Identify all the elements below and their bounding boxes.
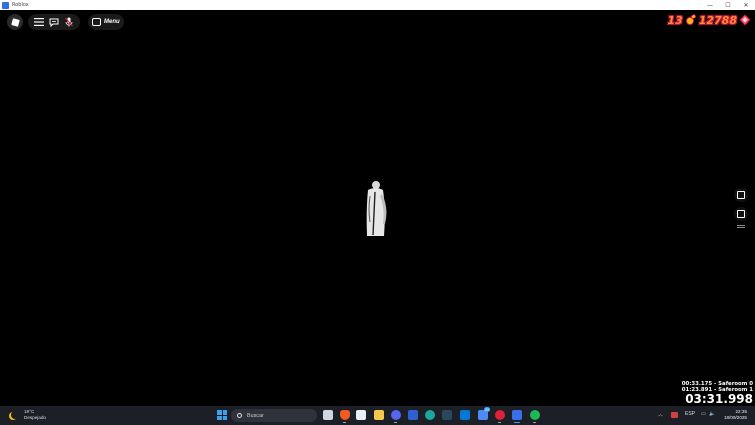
screenshot-button[interactable] [734,188,748,202]
discord-icon[interactable] [391,410,401,420]
menu-label: Menu [104,19,120,25]
menu-button[interactable]: Menu [88,14,124,30]
window-titlebar[interactable]: Roblox — ☐ ✕ [0,0,755,10]
window-title: Roblox [12,2,29,8]
running-indicator [394,422,397,423]
language-indicator[interactable]: ESP [685,411,695,417]
knob-count: 13 [667,13,683,27]
network-icon[interactable]: ▭ [701,411,706,417]
active-indicator [514,422,520,423]
spotify-icon[interactable] [530,410,540,420]
microphone-muted-icon[interactable] [63,16,75,28]
counters: 13 12788 [667,12,751,28]
chat-icon[interactable] [48,16,60,28]
roblox-logo-button[interactable] [7,14,23,30]
vscode-icon[interactable] [460,410,470,420]
taskbar-clock[interactable]: 22:35 18/09/2025 [724,409,747,421]
windows-start-icon[interactable] [217,410,227,420]
file-explorer-icon[interactable] [374,410,384,420]
edge-browser-icon[interactable] [425,410,435,420]
weather-desc: Despejado [24,415,46,420]
moon-icon [11,411,19,419]
menu-icon [92,18,101,26]
task-view-icon[interactable] [323,410,333,420]
volume-icon[interactable]: 🔈 [709,411,715,417]
running-indicator [533,422,536,423]
steam-icon[interactable] [442,410,452,420]
record-icon [737,210,745,218]
close-button[interactable]: ✕ [737,0,755,10]
gem-icon [739,14,751,26]
minimize-button[interactable]: — [701,0,719,10]
u-app-icon[interactable] [408,410,418,420]
roblox-app-icon [2,1,9,9]
chevron-up-icon[interactable]: ︿ [658,411,663,418]
capture-icon [737,191,745,199]
roblox-taskbar-icon[interactable] [512,410,522,420]
opera-gx-icon[interactable] [495,410,505,420]
roblox-topbar-group [28,14,80,30]
tray-app-icon[interactable] [671,412,678,418]
running-indicator [343,422,346,423]
snipping-tool-icon[interactable] [356,410,366,420]
weather-widget[interactable]: 19°C Despejado [8,409,46,421]
taskbar-search[interactable]: Buscar [231,409,317,422]
search-icon [237,413,242,418]
brave-browser-icon[interactable] [340,410,350,420]
search-placeholder: Buscar [247,412,264,419]
coin-count: 12788 [698,13,737,27]
knob-icon [685,14,696,26]
running-indicator [498,422,501,423]
hamburger-menu-icon[interactable] [33,16,45,28]
speedrun-timer: 00:33.175 - Saferoom 0 01:23.891 - Safer… [682,381,753,406]
window-controls: — ☐ ✕ [701,0,755,10]
drag-handle-icon[interactable] [737,225,745,228]
taskbar: 19°C Despejado Buscar 29 ︿ ESP ▭ 🔈 22:35… [0,406,755,425]
timer-main: 03:31.998 [685,392,753,406]
clock-date: 18/09/2025 [724,415,747,420]
figure-in-darkness [366,181,387,236]
roblox-logo-icon [10,17,20,27]
notification-badge: 29 [484,407,491,412]
maximize-button[interactable]: ☐ [719,0,737,10]
record-button[interactable] [734,207,748,221]
